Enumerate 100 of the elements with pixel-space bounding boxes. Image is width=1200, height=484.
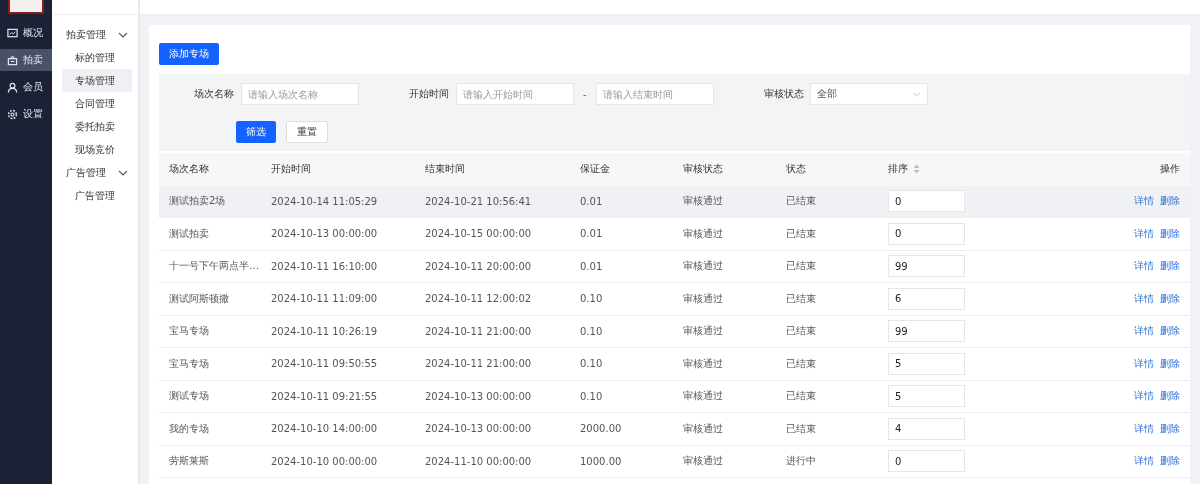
action-link[interactable]: 详情	[1134, 455, 1154, 467]
table-cell-text: 已结束	[785, 194, 817, 209]
add-button[interactable]: 添加专场	[159, 43, 219, 65]
table-cell-text: 2024-10-11 10:26:19	[270, 325, 379, 337]
table-cell-text: 2024-10-11 12:00:02	[424, 293, 533, 305]
table-row[interactable]: 我的专场 2024-10-10 14:00:00 2024-10-13 00:00:00 2000.00 审核通过 已结束 4 详情 删除	[159, 413, 1190, 446]
column-header: 操作	[1159, 162, 1181, 177]
status-dropdown[interactable]: 全部	[809, 83, 928, 105]
nav-item[interactable]: 会员	[0, 76, 52, 98]
table-cell-text: 我的专场	[168, 421, 210, 436]
table-cell-text: 2024-10-13 00:00:00	[270, 228, 379, 240]
submenu-item[interactable]: 委托拍卖	[62, 115, 132, 138]
action-link[interactable]: 删除	[1160, 292, 1180, 304]
action-link[interactable]: 删除	[1160, 357, 1180, 369]
range-separator: -	[583, 88, 587, 100]
action-link[interactable]: 删除	[1160, 325, 1180, 337]
column-header: 保证金	[579, 162, 611, 177]
filter-button[interactable]: 筛选	[236, 121, 276, 143]
table-cell-text: 2024-10-13 00:00:00	[424, 423, 533, 435]
action-link[interactable]: 删除	[1160, 422, 1180, 434]
nav-item[interactable]: 拍卖	[0, 49, 52, 71]
submenu-item[interactable]: 专场管理	[62, 69, 132, 92]
table-cell-text: 2024-10-15 00:00:00	[424, 228, 533, 240]
table-cell-text: 测试拍卖	[168, 226, 210, 241]
sort-field[interactable]: 5	[888, 352, 965, 375]
table-cell-text: 已结束	[785, 356, 817, 371]
table-row[interactable]: 测试阿斯顿撒 2024-10-11 11:09:00 2024-10-11 12:00:02 0.10 审核通过 已结束 6 详情 删除	[159, 283, 1190, 316]
table-cell-text: 2024-10-11 16:10:00	[270, 260, 379, 272]
column-header: 结束时间	[424, 162, 466, 177]
sort-field[interactable]: 0	[888, 190, 965, 213]
start-time-field[interactable]: 请输入开始时间	[456, 83, 574, 105]
sort-field[interactable]: 0	[888, 450, 965, 473]
submenu-item[interactable]: 标的管理	[62, 46, 132, 69]
reset-button[interactable]: 重置	[286, 121, 328, 143]
action-link[interactable]: 详情	[1134, 357, 1154, 369]
action-link[interactable]: 删除	[1160, 260, 1180, 272]
submenu-item[interactable]: 合同管理	[62, 92, 132, 115]
action-link[interactable]: 删除	[1160, 390, 1180, 402]
action-link[interactable]: 详情	[1134, 390, 1154, 402]
action-link[interactable]: 删除	[1160, 455, 1180, 467]
chevron-icon	[118, 31, 128, 38]
table-cell-text: 1000.00	[579, 455, 623, 467]
table-cell-text: 审核通过	[682, 259, 724, 274]
table-cell-text: 2024-11-10 00:00:00	[424, 455, 533, 467]
field-label: 场次名称	[194, 87, 234, 101]
table-row[interactable]: 劳斯莱斯 2024-10-10 00:00:00 2024-11-10 00:00:00 1000.00 审核通过 进行中 0 详情 删除	[159, 445, 1190, 478]
settings-icon	[7, 108, 18, 120]
submenu-item[interactable]: 广告管理	[62, 184, 132, 207]
action-link[interactable]: 删除	[1160, 195, 1180, 207]
sort-field[interactable]: 4	[888, 417, 965, 440]
table-cell-text: 2024-10-13 00:00:00	[424, 390, 533, 402]
field-label: 开始时间	[409, 87, 449, 101]
sort-field[interactable]: 5	[888, 385, 965, 408]
action-link[interactable]: 详情	[1134, 195, 1154, 207]
table-row[interactable]: 十一号下午两点半… 2024-10-11 16:10:00 2024-10-11 20:00:00 0.01 审核通过 已结束 99 详情 删除	[159, 250, 1190, 283]
column-header: 排序	[888, 162, 908, 177]
menu-group[interactable]: 广告管理	[52, 161, 138, 184]
name-field[interactable]: 请输入场次名称	[241, 83, 359, 105]
table-cell-text: 审核通过	[682, 291, 724, 306]
table-cell-text: 测试专场	[168, 389, 210, 404]
table-cell-text: 测试拍卖2场	[168, 194, 227, 209]
table-cell-text: 劳斯莱斯	[168, 454, 210, 469]
sort-field[interactable]: 99	[888, 320, 965, 343]
column-header: 审核状态	[682, 162, 724, 177]
sort-field[interactable]: 6	[888, 287, 965, 310]
table-cell-text: 测试阿斯顿撒	[168, 291, 230, 306]
table-row[interactable]: 测试专场 2024-10-11 09:21:55 2024-10-13 00:00:00 0.10 审核通过 已结束 5 详情 删除	[159, 380, 1190, 413]
sort-icon[interactable]	[913, 164, 920, 175]
column-header: 状态	[785, 162, 807, 177]
table-cell-text: 审核通过	[682, 194, 724, 209]
end-time-field[interactable]: 请输入结束时间	[595, 83, 714, 105]
table-cell-text: 宝马专场	[168, 324, 210, 339]
sort-field[interactable]: 99	[888, 255, 965, 278]
action-link[interactable]: 详情	[1134, 260, 1154, 272]
table-cell-text: 2024-10-11 09:21:55	[270, 390, 379, 402]
action-link[interactable]: 详情	[1134, 292, 1154, 304]
chevron-icon	[118, 169, 128, 176]
table-row[interactable]: 测试拍卖2场 2024-10-14 11:05:29 2024-10-21 10:56:41 0.01 审核通过 已结束 0 详情 删除	[159, 185, 1190, 218]
table-cell-text: 2024-10-11 21:00:00	[424, 325, 533, 337]
nav-item[interactable]: 概况	[0, 22, 52, 44]
table-cell-text: 进行中	[785, 454, 817, 469]
table-row[interactable]: 测试拍卖 2024-10-13 00:00:00 2024-10-15 00:00:00 0.01 审核通过 已结束 0 详情 删除	[159, 218, 1190, 251]
table-cell-text: 2024-10-21 10:56:41	[424, 195, 533, 207]
action-link[interactable]: 详情	[1134, 325, 1154, 337]
action-link[interactable]: 详情	[1134, 227, 1154, 239]
table-cell-text: 审核通过	[682, 356, 724, 371]
action-link[interactable]: 详情	[1134, 422, 1154, 434]
table-cell-text: 0.10	[579, 358, 604, 370]
sort-field[interactable]: 0	[888, 222, 965, 245]
submenu-item[interactable]: 现场竞价	[62, 138, 132, 161]
menu-group[interactable]: 拍卖管理	[52, 23, 138, 46]
table-cell-text: 0.10	[579, 293, 604, 305]
field-label: 审核状态	[763, 87, 804, 101]
action-link[interactable]: 删除	[1160, 227, 1180, 239]
table-row[interactable]: 宝马专场 2024-10-11 09:50:55 2024-10-11 21:00:00 0.10 审核通过 已结束 5 详情 删除	[159, 348, 1190, 381]
table-row[interactable]: 宝马专场 2024-10-11 10:26:19 2024-10-11 21:00:00 0.10 审核通过 已结束 99 详情 删除	[159, 315, 1190, 348]
table-cell-text: 2024-10-10 00:00:00	[270, 455, 379, 467]
nav-item[interactable]: 设置	[0, 103, 52, 125]
box-icon	[7, 54, 18, 66]
logo-icon	[8, 0, 44, 14]
